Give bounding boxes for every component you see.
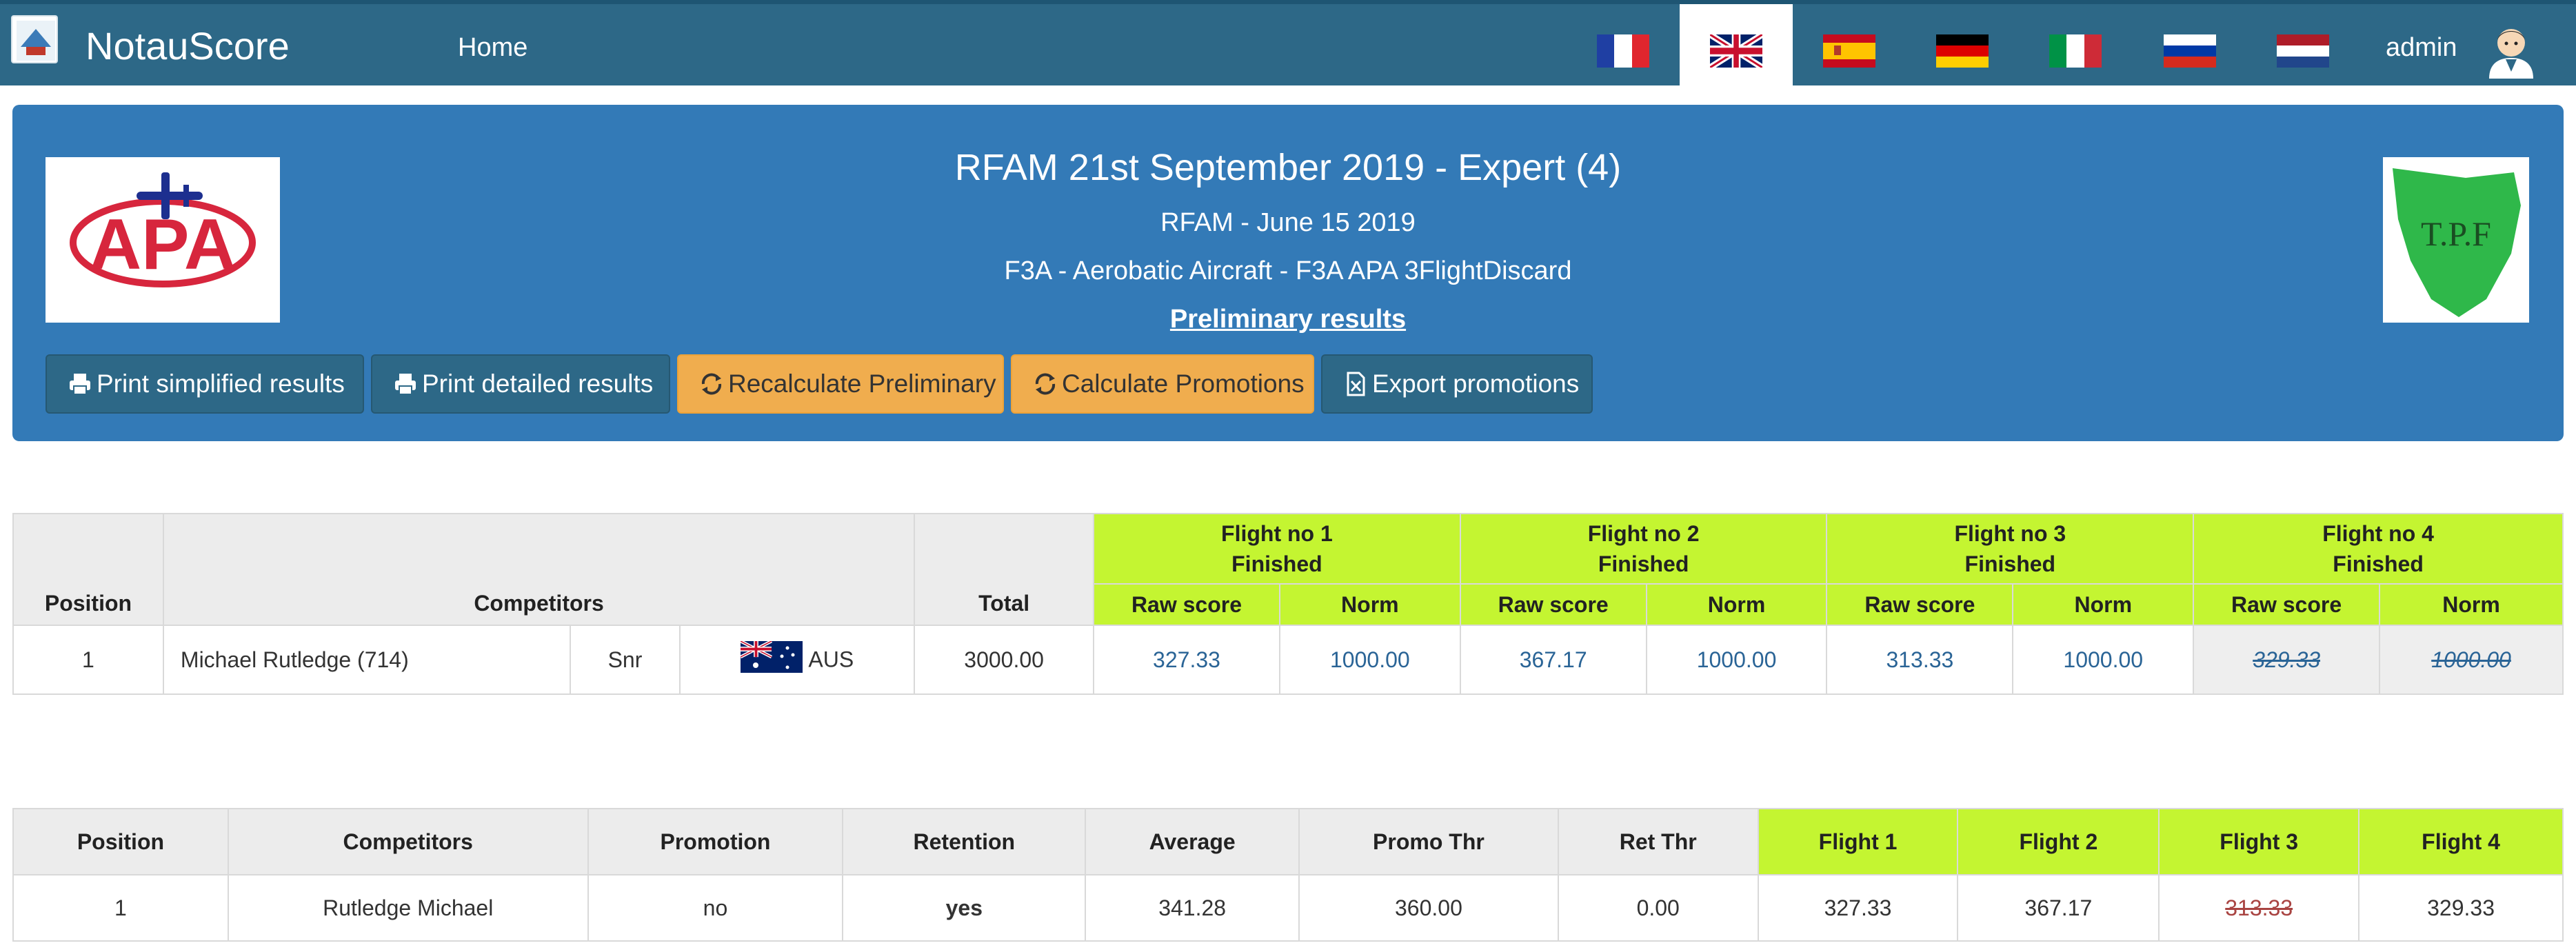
navbar: NotauScore Home admin [0, 0, 2576, 90]
cell-competitor-name: Rutledge Michael [227, 874, 589, 942]
header-competitors: Competitors [227, 808, 589, 875]
print-icon [68, 372, 92, 396]
nav-user-name[interactable]: admin [2386, 33, 2457, 63]
export-promotions-label: Export promotions [1372, 369, 1580, 398]
flag-uk-icon[interactable] [1710, 34, 1762, 68]
header-norm: Norm [1278, 583, 1461, 626]
cell-promotion: no [587, 874, 844, 942]
print-detailed-button[interactable]: Print detailed results [371, 354, 670, 414]
header-norm: Norm [2379, 583, 2564, 626]
promotion-table: Position Competitors Promotion Retention… [12, 808, 2564, 942]
competition-header-panel: APA RFAM 21st September 2019 - Expert (4… [12, 105, 2564, 441]
header-total: Total [914, 513, 1095, 626]
flag-es-icon[interactable] [1823, 34, 1875, 68]
refresh-icon [699, 372, 724, 396]
flag-nl-icon[interactable] [2277, 34, 2329, 68]
cell-norm-score-discarded[interactable]: 1000.00 [2379, 625, 2564, 695]
cell-raw-score[interactable]: 327.33 [1093, 625, 1280, 695]
calculate-promotions-label: Calculate Promotions [1062, 369, 1305, 398]
recalculate-preliminary-button[interactable]: Recalculate Preliminary [677, 354, 1004, 414]
cell-norm-score[interactable]: 1000.00 [1645, 625, 1828, 695]
header-norm: Norm [2012, 583, 2195, 626]
cell-flight-score: 367.17 [1957, 874, 2160, 942]
header-competitors: Competitors [162, 513, 916, 626]
competition-title: RFAM 21st September 2019 - Expert (4) [954, 147, 1622, 188]
brand-logo-icon[interactable] [11, 15, 58, 63]
export-promotions-button[interactable]: Export promotions [1321, 354, 1593, 414]
header-flight-1: Flight no 1 Finished [1093, 513, 1461, 585]
flag-au-icon [740, 639, 803, 678]
header-flight-1: Flight 1 [1757, 808, 1959, 875]
print-icon [393, 372, 418, 396]
print-detailed-label: Print detailed results [422, 369, 654, 398]
cell-raw-score[interactable]: 367.17 [1459, 625, 1647, 695]
cell-competitor-name: Michael Rutledge (714) [162, 625, 571, 695]
cell-position: 1 [12, 874, 229, 942]
user-avatar-icon[interactable] [2485, 21, 2537, 79]
cell-raw-score[interactable]: 313.33 [1826, 625, 2014, 695]
header-position: Position [12, 808, 229, 875]
cell-country: AUS [679, 625, 916, 695]
print-simplified-label: Print simplified results [97, 369, 345, 398]
header-flight-3: Flight 3 [2158, 808, 2360, 875]
header-norm: Norm [1645, 583, 1828, 626]
header-ret-thr: Ret Thr [1557, 808, 1759, 875]
flag-de-icon[interactable] [1936, 34, 1989, 68]
cell-average: 341.28 [1085, 874, 1300, 942]
nav-home-link[interactable]: Home [458, 33, 527, 63]
cell-position: 1 [12, 625, 164, 695]
table-row: 1 Rutledge Michael no yes 341.28 360.00 … [12, 874, 2564, 942]
cell-promo-thr: 360.00 [1298, 874, 1559, 942]
flag-it-icon[interactable] [2049, 34, 2102, 68]
cell-class: Snr [569, 625, 681, 695]
header-flight-4: Flight 4 [2358, 808, 2564, 875]
header-average: Average [1085, 808, 1300, 875]
cell-raw-score-discarded[interactable]: 329.33 [2193, 625, 2381, 695]
print-simplified-button[interactable]: Print simplified results [46, 354, 364, 414]
cell-norm-score[interactable]: 1000.00 [1278, 625, 1461, 695]
tpf-logo: T.P.F [2383, 157, 2529, 323]
category-name: F3A - Aerobatic Aircraft - F3A APA 3Flig… [1004, 256, 1572, 285]
results-status-link[interactable]: Preliminary results [12, 305, 2564, 334]
flag-ru-icon[interactable] [2164, 34, 2216, 68]
calculate-promotions-button[interactable]: Calculate Promotions [1011, 354, 1314, 414]
refresh-icon [1033, 372, 1058, 396]
cell-flight-score: 329.33 [2358, 874, 2564, 942]
header-retention: Retention [842, 808, 1087, 875]
table-row: 1 Michael Rutledge (714) Snr AUS 3000.00… [12, 625, 2564, 695]
header-promo-thr: Promo Thr [1298, 808, 1559, 875]
header-raw-score: Raw score [1093, 583, 1280, 626]
header-raw-score: Raw score [1459, 583, 1647, 626]
flag-fr-icon[interactable] [1597, 34, 1649, 68]
recalculate-preliminary-label: Recalculate Preliminary [728, 369, 996, 398]
tpf-logo-text: T.P.F [2421, 214, 2491, 253]
cell-retention: yes [842, 874, 1087, 942]
header-raw-score: Raw score [2193, 583, 2381, 626]
excel-file-icon [1343, 372, 1368, 396]
cell-norm-score[interactable]: 1000.00 [2012, 625, 2195, 695]
cell-ret-thr: 0.00 [1557, 874, 1759, 942]
header-flight-2: Flight no 2 Finished [1459, 513, 1828, 585]
brand-name[interactable]: NotauScore [85, 23, 290, 68]
cell-flight-score: 327.33 [1757, 874, 1959, 942]
event-name: RFAM - June 15 2019 [1160, 208, 1416, 237]
header-position: Position [12, 513, 164, 626]
cell-country-code: AUS [808, 647, 854, 672]
cell-total: 3000.00 [914, 625, 1095, 695]
cell-flight-score-discarded: 313.33 [2158, 874, 2360, 942]
header-promotion: Promotion [587, 808, 844, 875]
header-flight-2: Flight 2 [1957, 808, 2160, 875]
header-flight-4: Flight no 4 Finished [2193, 513, 2564, 585]
header-flight-3: Flight no 3 Finished [1826, 513, 2195, 585]
results-table: Position Competitors Total Flight no 1 Fi… [12, 513, 2564, 695]
header-raw-score: Raw score [1826, 583, 2014, 626]
